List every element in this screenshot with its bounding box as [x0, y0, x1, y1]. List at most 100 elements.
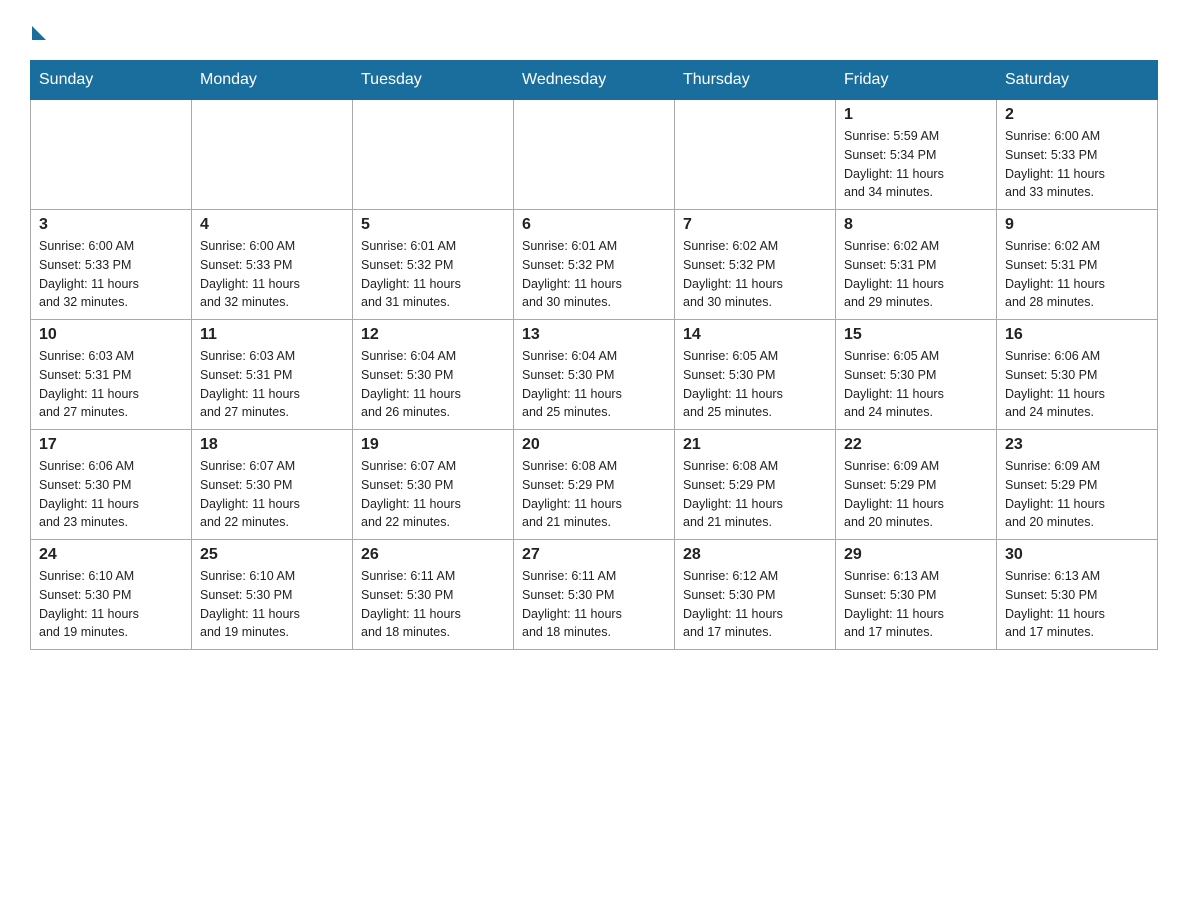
day-number: 26 — [361, 546, 505, 564]
weekday-header-tuesday: Tuesday — [353, 61, 514, 100]
calendar-cell: 12Sunrise: 6:04 AMSunset: 5:30 PMDayligh… — [353, 320, 514, 430]
calendar-cell: 29 Sunrise: 6:13 AMSunset: 5:30 PMDayligh… — [836, 540, 997, 650]
day-info: Sunrise: 6:08 AMSunset: 5:29 PMDaylight:… — [522, 457, 666, 532]
day-info: Sunrise: 6:11 AMSunset: 5:30 PMDaylight:… — [522, 567, 666, 642]
day-number: 1 — [844, 106, 988, 124]
calendar-cell — [192, 100, 353, 210]
day-number: 20 — [522, 436, 666, 454]
day-number: 8 — [844, 216, 988, 234]
day-number: 30 — [1005, 546, 1149, 564]
day-info: Sunrise: 6:13 AMSunset: 5:30 PMDaylight:… — [844, 567, 988, 642]
day-info: Sunrise: 6:01 AMSunset: 5:32 PMDaylight:… — [361, 237, 505, 312]
logo-arrow-icon — [32, 26, 46, 40]
day-number: 16 — [1005, 326, 1149, 344]
weekday-header-saturday: Saturday — [997, 61, 1158, 100]
day-number: 7 — [683, 216, 827, 234]
calendar-cell: 27 Sunrise: 6:11 AMSunset: 5:30 PMDayligh… — [514, 540, 675, 650]
week-row-5: 24 Sunrise: 6:10 AMSunset: 5:30 PMDayligh… — [31, 540, 1158, 650]
calendar-cell: 30Sunrise: 6:13 AMSunset: 5:30 PMDayligh… — [997, 540, 1158, 650]
calendar-cell: 18 Sunrise: 6:07 AMSunset: 5:30 PMDayligh… — [192, 430, 353, 540]
day-number: 15 — [844, 326, 988, 344]
day-number: 2 — [1005, 106, 1149, 124]
day-info: Sunrise: 6:05 AMSunset: 5:30 PMDaylight:… — [683, 347, 827, 422]
calendar-cell — [675, 100, 836, 210]
day-info: Sunrise: 6:09 AMSunset: 5:29 PMDaylight:… — [844, 457, 988, 532]
calendar-cell — [353, 100, 514, 210]
week-row-4: 17 Sunrise: 6:06 AMSunset: 5:30 PMDayligh… — [31, 430, 1158, 540]
calendar-cell: 1 Sunrise: 5:59 AMSunset: 5:34 PMDaylight… — [836, 100, 997, 210]
calendar-cell: 9 Sunrise: 6:02 AMSunset: 5:31 PMDaylight… — [997, 210, 1158, 320]
calendar-cell — [514, 100, 675, 210]
day-number: 27 — [522, 546, 666, 564]
day-info: Sunrise: 6:12 AMSunset: 5:30 PMDaylight:… — [683, 567, 827, 642]
day-info: Sunrise: 6:02 AMSunset: 5:32 PMDaylight:… — [683, 237, 827, 312]
calendar-cell: 11 Sunrise: 6:03 AMSunset: 5:31 PMDayligh… — [192, 320, 353, 430]
day-number: 12 — [361, 326, 505, 344]
page-header — [30, 20, 1158, 40]
day-number: 10 — [39, 326, 183, 344]
day-info: Sunrise: 6:06 AMSunset: 5:30 PMDaylight:… — [1005, 347, 1149, 422]
day-info: Sunrise: 6:05 AMSunset: 5:30 PMDaylight:… — [844, 347, 988, 422]
day-info: Sunrise: 6:10 AMSunset: 5:30 PMDaylight:… — [39, 567, 183, 642]
day-info: Sunrise: 6:02 AMSunset: 5:31 PMDaylight:… — [844, 237, 988, 312]
day-number: 9 — [1005, 216, 1149, 234]
day-info: Sunrise: 6:00 AMSunset: 5:33 PMDaylight:… — [1005, 127, 1149, 202]
day-info: Sunrise: 6:04 AMSunset: 5:30 PMDaylight:… — [522, 347, 666, 422]
day-info: Sunrise: 6:08 AMSunset: 5:29 PMDaylight:… — [683, 457, 827, 532]
day-number: 18 — [200, 436, 344, 454]
day-number: 4 — [200, 216, 344, 234]
calendar-cell: 22 Sunrise: 6:09 AMSunset: 5:29 PMDayligh… — [836, 430, 997, 540]
day-number: 25 — [200, 546, 344, 564]
day-number: 29 — [844, 546, 988, 564]
day-info: Sunrise: 6:07 AMSunset: 5:30 PMDaylight:… — [361, 457, 505, 532]
day-number: 22 — [844, 436, 988, 454]
calendar-cell: 15 Sunrise: 6:05 AMSunset: 5:30 PMDayligh… — [836, 320, 997, 430]
logo-top — [30, 20, 46, 40]
calendar-cell: 26 Sunrise: 6:11 AMSunset: 5:30 PMDayligh… — [353, 540, 514, 650]
calendar-cell: 8 Sunrise: 6:02 AMSunset: 5:31 PMDaylight… — [836, 210, 997, 320]
calendar-cell: 25 Sunrise: 6:10 AMSunset: 5:30 PMDayligh… — [192, 540, 353, 650]
calendar-table: SundayMondayTuesdayWednesdayThursdayFrid… — [30, 60, 1158, 650]
calendar-cell: 19 Sunrise: 6:07 AMSunset: 5:30 PMDayligh… — [353, 430, 514, 540]
calendar-cell: 17 Sunrise: 6:06 AMSunset: 5:30 PMDayligh… — [31, 430, 192, 540]
week-row-2: 3 Sunrise: 6:00 AMSunset: 5:33 PMDaylight… — [31, 210, 1158, 320]
week-row-3: 10 Sunrise: 6:03 AMSunset: 5:31 PMDayligh… — [31, 320, 1158, 430]
logo — [30, 20, 46, 40]
calendar-cell: 4 Sunrise: 6:00 AMSunset: 5:33 PMDaylight… — [192, 210, 353, 320]
day-info: Sunrise: 6:03 AMSunset: 5:31 PMDaylight:… — [200, 347, 344, 422]
calendar-cell: 13Sunrise: 6:04 AMSunset: 5:30 PMDayligh… — [514, 320, 675, 430]
day-number: 21 — [683, 436, 827, 454]
day-info: Sunrise: 6:03 AMSunset: 5:31 PMDaylight:… — [39, 347, 183, 422]
day-number: 11 — [200, 326, 344, 344]
weekday-header-friday: Friday — [836, 61, 997, 100]
calendar-cell: 14Sunrise: 6:05 AMSunset: 5:30 PMDayligh… — [675, 320, 836, 430]
calendar-cell: 16 Sunrise: 6:06 AMSunset: 5:30 PMDayligh… — [997, 320, 1158, 430]
weekday-header-monday: Monday — [192, 61, 353, 100]
calendar-cell: 24 Sunrise: 6:10 AMSunset: 5:30 PMDayligh… — [31, 540, 192, 650]
day-info: Sunrise: 5:59 AMSunset: 5:34 PMDaylight:… — [844, 127, 988, 202]
calendar-cell: 28Sunrise: 6:12 AMSunset: 5:30 PMDayligh… — [675, 540, 836, 650]
day-info: Sunrise: 6:01 AMSunset: 5:32 PMDaylight:… — [522, 237, 666, 312]
calendar-cell: 2 Sunrise: 6:00 AMSunset: 5:33 PMDaylight… — [997, 100, 1158, 210]
day-info: Sunrise: 6:09 AMSunset: 5:29 PMDaylight:… — [1005, 457, 1149, 532]
calendar-cell: 7 Sunrise: 6:02 AMSunset: 5:32 PMDaylight… — [675, 210, 836, 320]
day-info: Sunrise: 6:02 AMSunset: 5:31 PMDaylight:… — [1005, 237, 1149, 312]
day-info: Sunrise: 6:00 AMSunset: 5:33 PMDaylight:… — [200, 237, 344, 312]
day-info: Sunrise: 6:06 AMSunset: 5:30 PMDaylight:… — [39, 457, 183, 532]
day-number: 5 — [361, 216, 505, 234]
day-info: Sunrise: 6:11 AMSunset: 5:30 PMDaylight:… — [361, 567, 505, 642]
weekday-header-sunday: Sunday — [31, 61, 192, 100]
calendar-cell: 10 Sunrise: 6:03 AMSunset: 5:31 PMDayligh… — [31, 320, 192, 430]
day-info: Sunrise: 6:00 AMSunset: 5:33 PMDaylight:… — [39, 237, 183, 312]
weekday-header-thursday: Thursday — [675, 61, 836, 100]
calendar-cell — [31, 100, 192, 210]
day-number: 17 — [39, 436, 183, 454]
day-number: 19 — [361, 436, 505, 454]
calendar-cell: 5 Sunrise: 6:01 AMSunset: 5:32 PMDaylight… — [353, 210, 514, 320]
day-info: Sunrise: 6:10 AMSunset: 5:30 PMDaylight:… — [200, 567, 344, 642]
day-number: 3 — [39, 216, 183, 234]
calendar-cell: 21 Sunrise: 6:08 AMSunset: 5:29 PMDayligh… — [675, 430, 836, 540]
day-info: Sunrise: 6:07 AMSunset: 5:30 PMDaylight:… — [200, 457, 344, 532]
calendar-cell: 3 Sunrise: 6:00 AMSunset: 5:33 PMDaylight… — [31, 210, 192, 320]
day-number: 24 — [39, 546, 183, 564]
